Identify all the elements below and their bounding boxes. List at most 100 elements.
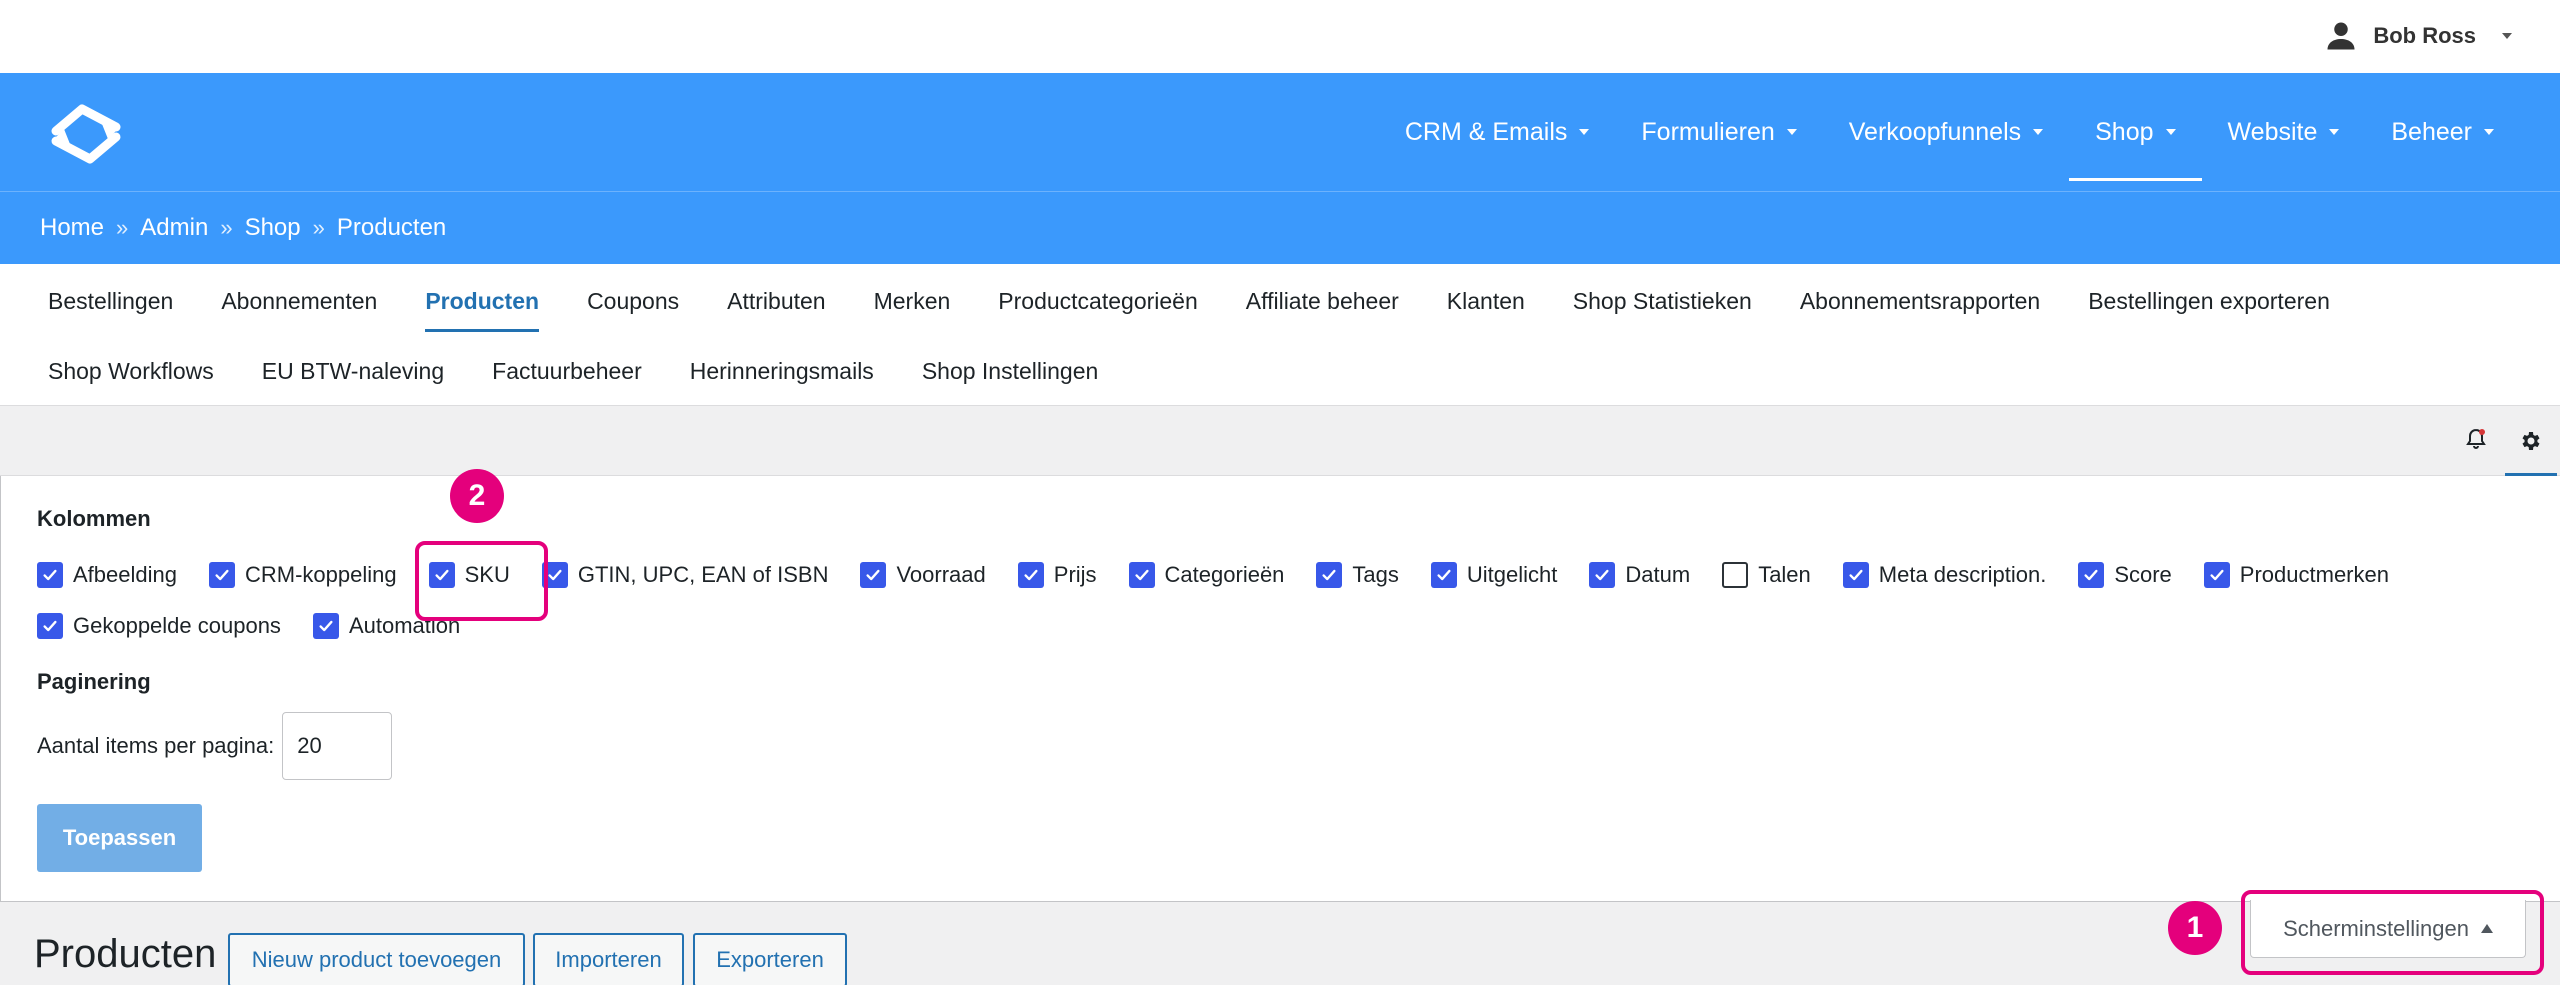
column-option-crm-koppeling[interactable]: CRM-koppeling	[208, 562, 397, 588]
column-option-gtin-upc-ean-of-isbn[interactable]: GTIN, UPC, EAN of ISBN	[541, 562, 829, 588]
check-icon	[2084, 569, 2098, 581]
pagination-heading: Paginering	[37, 669, 151, 694]
sku-highlight-box	[415, 541, 548, 621]
logo-icon[interactable]	[42, 101, 130, 167]
column-checkbox[interactable]	[1017, 562, 1044, 588]
column-option-label: Afbeelding	[73, 562, 177, 587]
sub-nav-row-1: Bestellingen Abonnementen Producten Coupons…	[24, 270, 2354, 332]
column-option-voorraad[interactable]: Voorraad	[860, 562, 986, 588]
column-option-prijs[interactable]: Prijs	[1017, 562, 1097, 588]
tab-producten[interactable]: Producten	[401, 270, 563, 332]
column-option-tags[interactable]: Tags	[1316, 562, 1399, 588]
column-checkbox[interactable]	[1589, 562, 1616, 588]
column-checkbox[interactable]	[37, 613, 63, 639]
main-nav-item-verkoopfunnels[interactable]: Verkoopfunnels	[1823, 73, 2069, 191]
tab-bestellingen-exporteren[interactable]: Bestellingen exporteren	[2064, 270, 2354, 332]
main-nav-label: Website	[2227, 117, 2318, 146]
breadcrumb-separator: »	[312, 214, 325, 240]
column-checkbox[interactable]	[312, 613, 339, 639]
chevron-down-icon	[2165, 129, 2176, 135]
tab-herinneringsmails[interactable]: Herinneringsmails	[666, 340, 898, 402]
breadcrumb-item-shop[interactable]: Shop	[245, 214, 301, 242]
check-icon	[2210, 569, 2224, 581]
column-option-label: Categorieën	[1164, 562, 1285, 587]
column-option-datum[interactable]: Datum	[1589, 562, 1690, 588]
column-option-label: Datum	[1625, 562, 1691, 587]
tab-shop-statistieken[interactable]: Shop Statistieken	[1549, 270, 1776, 332]
import-button[interactable]: Importeren	[533, 933, 684, 985]
tab-bestellingen[interactable]: Bestellingen	[24, 270, 197, 332]
check-icon	[1024, 569, 1038, 581]
tab-merken[interactable]: Merken	[850, 270, 975, 332]
check-icon	[319, 620, 333, 632]
column-option-gekoppelde-coupons[interactable]: Gekoppelde coupons	[37, 613, 281, 639]
user-icon	[2327, 22, 2355, 50]
column-checkbox[interactable]	[1316, 562, 1343, 588]
column-option-label: Productmerken	[2239, 562, 2389, 587]
check-icon	[1134, 569, 1149, 581]
main-nav-item-formulieren[interactable]: Formulieren	[1615, 73, 1822, 191]
column-checkbox[interactable]	[2078, 562, 2105, 588]
annotation-badge-1: 1	[2168, 901, 2222, 955]
column-checkbox[interactable]	[208, 562, 235, 588]
column-option-label: Meta description.	[1878, 562, 2047, 587]
column-option-uitgelicht[interactable]: Uitgelicht	[1430, 562, 1558, 588]
main-nav-item-beheer[interactable]: Beheer	[2365, 73, 2520, 191]
breadcrumb: Home » Admin » Shop » Producten	[40, 191, 446, 264]
tab-attributen[interactable]: Attributen	[703, 270, 849, 332]
column-checkbox[interactable]	[1722, 562, 1749, 588]
user-menu[interactable]: Bob Ross	[2323, 18, 2512, 54]
gear-icon[interactable]	[2505, 415, 2557, 476]
add-product-button[interactable]: Nieuw product toevoegen	[228, 933, 525, 985]
main-nav-item-crm-emails[interactable]: CRM & Emails	[1379, 73, 1616, 191]
chevron-down-icon	[1579, 129, 1590, 135]
tab-coupons[interactable]: Coupons	[563, 270, 703, 332]
column-option-meta-description[interactable]: Meta description.	[1842, 562, 2047, 588]
column-option-label: GTIN, UPC, EAN of ISBN	[577, 562, 829, 587]
tab-shop-workflows[interactable]: Shop Workflows	[24, 340, 238, 402]
main-nav-item-website[interactable]: Website	[2202, 73, 2366, 191]
column-option-productmerken[interactable]: Productmerken	[2203, 562, 2389, 588]
tab-affiliate-beheer[interactable]: Affiliate beheer	[1222, 270, 1423, 332]
tab-productcategorie-n[interactable]: Productcategorieën	[974, 270, 1221, 332]
shop-sub-nav: Bestellingen Abonnementen Producten Coupons…	[0, 264, 2560, 406]
tab-eu-btw-naleving[interactable]: EU BTW-naleving	[238, 340, 468, 402]
main-nav: CRM & Emails Formulieren Verkoopfunnels Sho…	[1379, 73, 2520, 191]
bell-icon[interactable]	[2458, 421, 2494, 457]
chevron-down-icon	[2502, 33, 2512, 39]
column-option-categorie-n[interactable]: Categorieën	[1128, 562, 1285, 588]
check-icon	[1595, 569, 1609, 581]
breadcrumb-item-home[interactable]: Home	[40, 214, 104, 242]
column-option-label: Uitgelicht	[1466, 562, 1558, 587]
check-icon	[1322, 569, 1336, 581]
site-header: CRM & Emails Formulieren Verkoopfunnels Sho…	[0, 73, 2560, 264]
tab-abonnementsrapporten[interactable]: Abonnementsrapporten	[1776, 270, 2064, 332]
breadcrumb-item-admin[interactable]: Admin	[140, 214, 208, 242]
apply-button[interactable]: Toepassen	[37, 804, 202, 872]
chevron-down-icon	[2033, 129, 2044, 135]
column-checkbox[interactable]	[1842, 562, 1869, 588]
per-page-input[interactable]	[282, 712, 393, 780]
tab-abonnementen[interactable]: Abonnementen	[197, 270, 401, 332]
check-icon	[866, 569, 881, 581]
sub-nav-row-2: Shop Workflows EU BTW-naleving Factuurbehe…	[24, 340, 1122, 402]
check-icon	[1849, 569, 1863, 581]
column-option-score[interactable]: Score	[2078, 562, 2172, 588]
user-name: Bob Ross	[2373, 23, 2476, 48]
column-option-talen[interactable]: Talen	[1722, 562, 1811, 588]
tab-factuurbeheer[interactable]: Factuurbeheer	[468, 340, 666, 402]
column-option-afbeelding[interactable]: Afbeelding	[37, 562, 177, 588]
column-option-label: Voorraad	[896, 562, 986, 587]
column-checkbox[interactable]	[2203, 562, 2230, 588]
chevron-down-icon	[1786, 129, 1797, 135]
per-page-setting: Aantal items per pagina:	[37, 712, 393, 780]
column-checkbox[interactable]	[860, 562, 887, 588]
tab-shop-instellingen[interactable]: Shop Instellingen	[898, 340, 1122, 402]
main-nav-item-shop[interactable]: Shop	[2069, 73, 2202, 191]
export-button[interactable]: Exporteren	[693, 933, 847, 985]
screen-options-panel: Kolommen Afbeelding CRM-koppeling SKU GTIN,…	[0, 476, 2560, 902]
column-checkbox[interactable]	[37, 562, 63, 588]
column-checkbox[interactable]	[1128, 562, 1155, 588]
column-checkbox[interactable]	[1430, 562, 1457, 588]
tab-klanten[interactable]: Klanten	[1423, 270, 1549, 332]
